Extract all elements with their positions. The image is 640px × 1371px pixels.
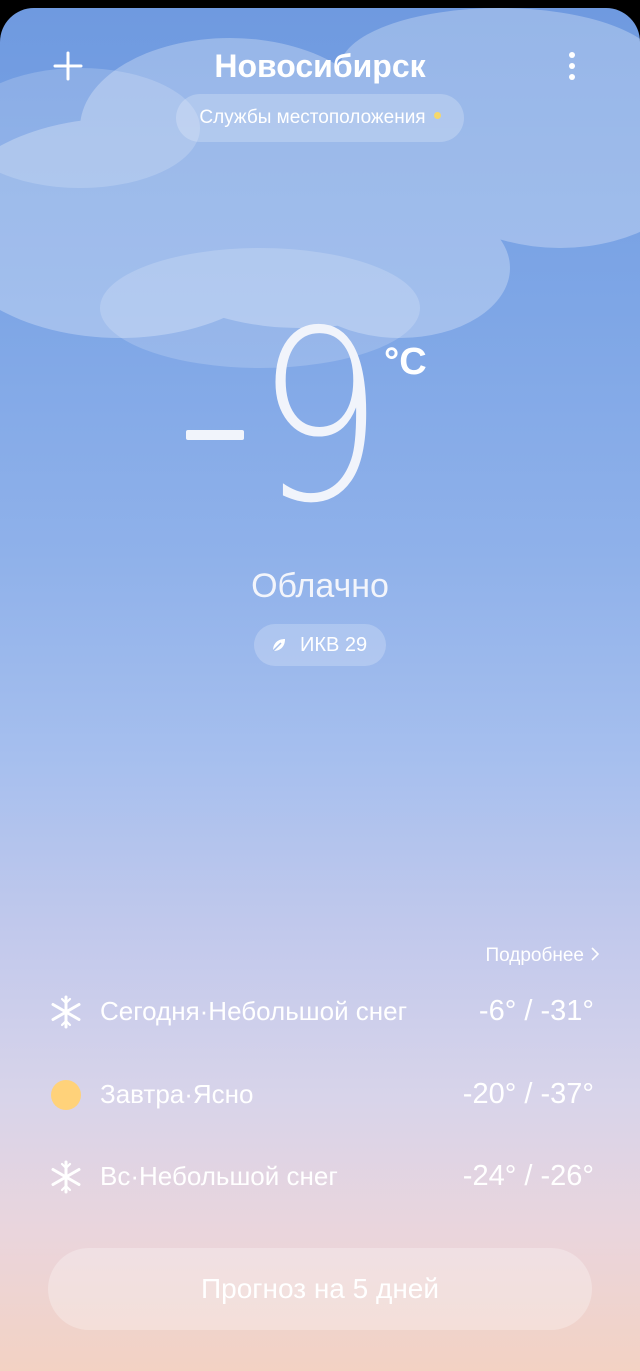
aqi-badge[interactable]: ИКВ 29 xyxy=(254,624,386,666)
five-day-forecast-button[interactable]: Прогноз на 5 дней xyxy=(48,1248,592,1330)
city-title: Новосибирск xyxy=(214,48,426,84)
location-status-dot xyxy=(433,112,441,120)
weather-screen: Новосибирск Службы местоположения 9 °C О… xyxy=(0,8,640,1371)
more-details-link[interactable]: Подробнее xyxy=(440,942,600,970)
temperature-value: 9 xyxy=(256,280,384,555)
forecast-day-temps: -20° / -37° xyxy=(462,1078,594,1110)
location-services-pill[interactable]: Службы местоположения xyxy=(176,94,464,142)
snowflake-icon xyxy=(51,995,81,1029)
forecast-day-label: Завтра·Ясно xyxy=(100,1079,254,1109)
current-temperature: 9 °C xyxy=(0,300,640,536)
plus-icon xyxy=(53,51,83,81)
more-options-button[interactable] xyxy=(548,42,596,90)
sun-icon xyxy=(51,1080,81,1110)
forecast-row-sunday[interactable]: Вс·Небольшой снег -24° / -26° xyxy=(0,1151,640,1201)
weather-condition: Облачно xyxy=(251,567,389,605)
top-bar: Новосибирск xyxy=(0,36,640,96)
forecast-day-label: Сегодня·Небольшой снег xyxy=(100,996,408,1026)
location-services-label: Службы местоположения xyxy=(199,107,426,128)
forecast-day-temps: -24° / -26° xyxy=(462,1160,594,1192)
minus-sign xyxy=(186,430,244,440)
add-city-button[interactable] xyxy=(44,42,92,90)
leaf-icon xyxy=(272,639,285,652)
forecast-day-temps: -6° / -31° xyxy=(478,995,594,1027)
forecast-day-label: Вс·Небольшой снег xyxy=(100,1161,338,1191)
more-details-label: Подробнее xyxy=(485,945,584,966)
temperature-unit: °C xyxy=(384,341,427,383)
snowflake-icon xyxy=(51,1160,81,1194)
kebab-menu-icon xyxy=(569,52,575,80)
chevron-right-icon xyxy=(591,947,600,961)
aqi-label: ИКВ 29 xyxy=(300,634,368,656)
forecast-row-tomorrow[interactable]: Завтра·Ясно -20° / -37° xyxy=(0,1069,640,1119)
forecast-row-today[interactable]: Сегодня·Небольшой снег -6° / -31° xyxy=(0,986,640,1036)
